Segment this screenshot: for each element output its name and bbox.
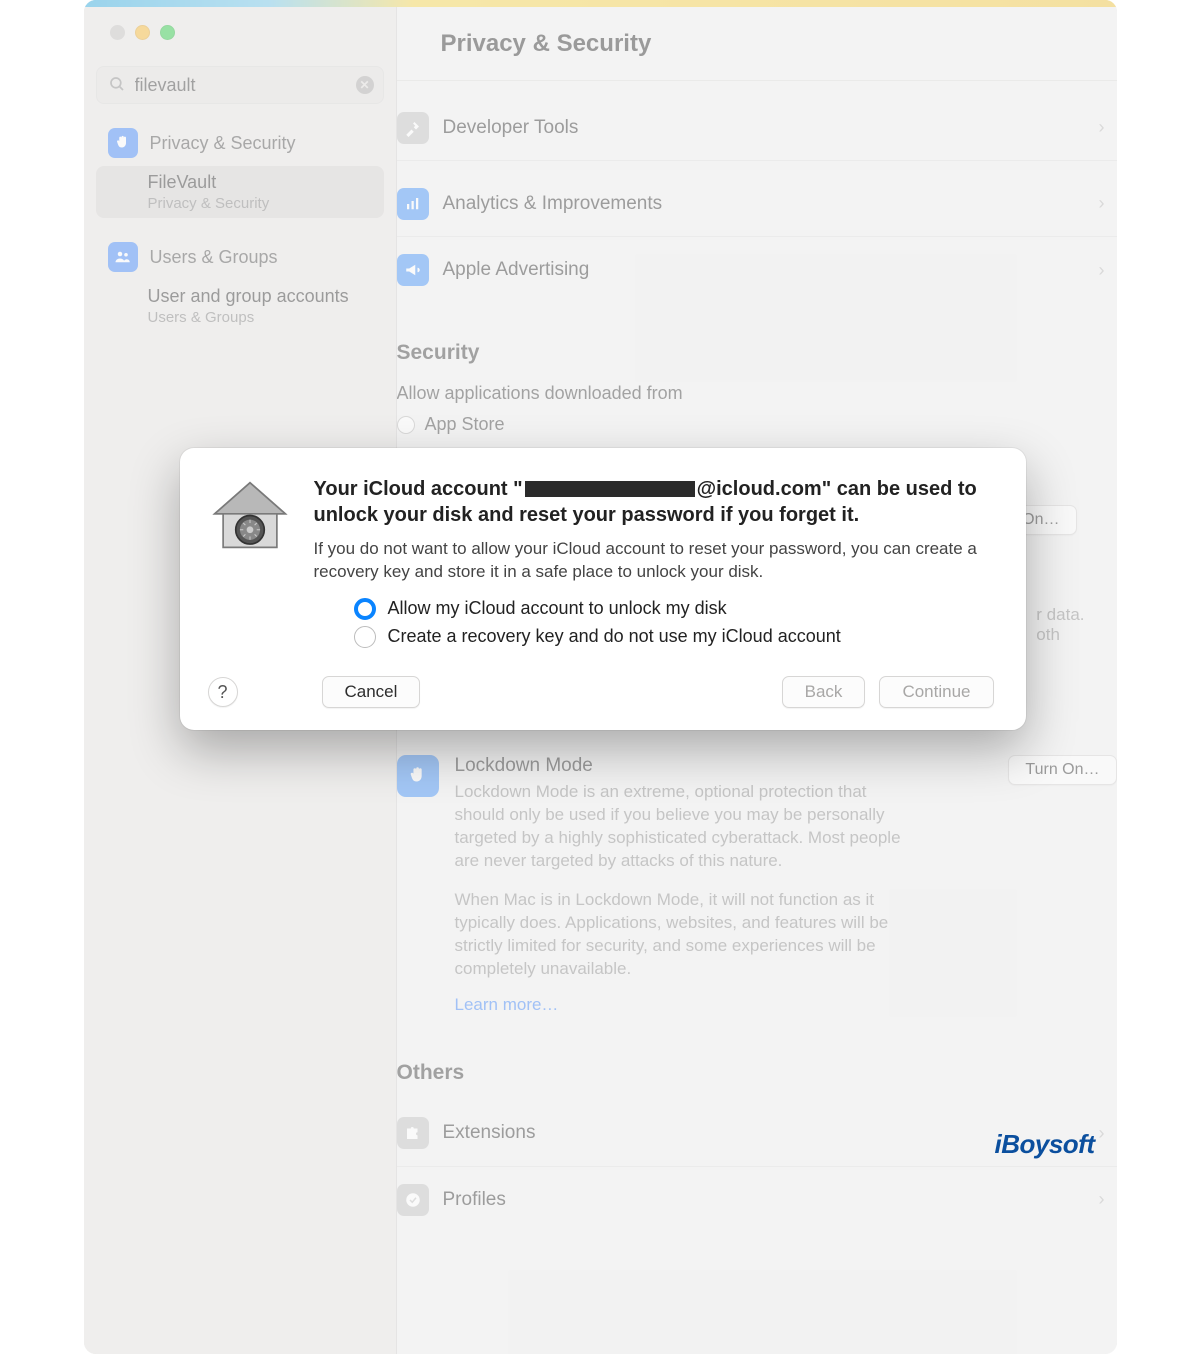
row-developer-tools[interactable]: Developer Tools › — [397, 95, 1117, 161]
row-advertising[interactable]: Apple Advertising › — [397, 237, 1117, 303]
radio-app-store[interactable]: App Store — [397, 414, 1117, 435]
puzzle-icon — [397, 1117, 429, 1149]
search-field-wrap: ✕ — [96, 66, 384, 104]
sidebar-sub-subtitle: Users & Groups — [148, 309, 372, 326]
sidebar-item-privacy-security[interactable]: Privacy & Security — [96, 122, 384, 164]
checkmark-badge-icon — [397, 1184, 429, 1216]
radio-icon — [397, 416, 415, 434]
search-icon — [108, 75, 126, 93]
hammer-icon — [397, 112, 429, 144]
lockdown-desc-1: Lockdown Mode is an extreme, optional pr… — [455, 781, 915, 873]
row-label: Profiles — [443, 1189, 1099, 1211]
allow-apps-label: Allow applications downloaded from — [397, 383, 1117, 404]
radio-selected-icon — [354, 598, 376, 620]
dialog-subtext: If you do not want to allow your iCloud … — [314, 538, 994, 584]
help-button[interactable]: ? — [208, 677, 238, 707]
lockdown-learn-more-link[interactable]: Learn more… — [455, 995, 559, 1015]
minimize-window-button[interactable] — [135, 25, 150, 40]
sidebar-item-label: Privacy & Security — [150, 133, 296, 154]
radio-unselected-icon — [354, 626, 376, 648]
radio-label: App Store — [425, 414, 505, 435]
radio-label: Create a recovery key and do not use my … — [388, 626, 841, 647]
hand-icon — [397, 755, 439, 797]
close-window-button[interactable] — [110, 25, 125, 40]
row-label: Developer Tools — [443, 117, 1099, 139]
lockdown-desc-2: When Mac is in Lockdown Mode, it will no… — [455, 889, 915, 981]
redacted-email — [525, 481, 695, 497]
row-label: Apple Advertising — [443, 259, 1099, 281]
search-input[interactable] — [96, 66, 384, 104]
radio-allow-icloud[interactable]: Allow my iCloud account to unlock my dis… — [354, 598, 994, 620]
row-analytics[interactable]: Analytics & Improvements › — [397, 171, 1117, 237]
sidebar-sub-users[interactable]: User and group accounts Users & Groups — [96, 280, 384, 332]
chevron-right-icon: › — [1099, 193, 1105, 214]
radio-recovery-key[interactable]: Create a recovery key and do not use my … — [354, 626, 994, 648]
dialog-heading: Your iCloud account "@icloud.com" can be… — [314, 476, 994, 528]
bg-text-fragment: r data. oth — [1036, 605, 1084, 645]
row-profiles[interactable]: Profiles › — [397, 1167, 1117, 1233]
chevron-right-icon: › — [1099, 117, 1105, 138]
security-heading: Security — [397, 341, 1117, 365]
lockdown-turn-on-button[interactable]: Turn On… — [1008, 755, 1116, 785]
row-label: Analytics & Improvements — [443, 193, 1099, 215]
filevault-recovery-dialog: Your iCloud account "@icloud.com" can be… — [180, 448, 1026, 730]
clear-search-icon[interactable]: ✕ — [356, 76, 374, 94]
radio-label: Allow my iCloud account to unlock my dis… — [388, 598, 727, 619]
chart-icon — [397, 188, 429, 220]
others-heading: Others — [397, 1061, 1117, 1085]
filevault-house-icon — [208, 476, 292, 560]
continue-button[interactable]: Continue — [879, 676, 993, 708]
back-button[interactable]: Back — [782, 676, 866, 708]
sidebar-item-label: Users & Groups — [150, 247, 278, 268]
zoom-window-button[interactable] — [160, 25, 175, 40]
sidebar-sub-title: User and group accounts — [148, 286, 372, 307]
sidebar-item-users-groups[interactable]: Users & Groups — [96, 236, 384, 278]
hand-icon — [108, 128, 138, 158]
chevron-right-icon: › — [1099, 1123, 1105, 1144]
sidebar-sub-subtitle: Privacy & Security — [148, 195, 372, 212]
page-title: Privacy & Security — [397, 7, 1117, 81]
people-icon — [108, 242, 138, 272]
cancel-button[interactable]: Cancel — [322, 676, 421, 708]
sidebar-sub-filevault[interactable]: FileVault Privacy & Security — [96, 166, 384, 218]
chevron-right-icon: › — [1099, 260, 1105, 281]
megaphone-icon — [397, 254, 429, 286]
chevron-right-icon: › — [1099, 1189, 1105, 1210]
watermark-logo: iBoysoft — [995, 1129, 1095, 1160]
window-controls — [84, 25, 396, 40]
window-frame-accent — [84, 0, 1117, 7]
system-settings-window: ✕ Privacy & Security FileVault Privacy &… — [84, 0, 1117, 1354]
sidebar-sub-title: FileVault — [148, 172, 372, 193]
lockdown-title: Lockdown Mode — [455, 755, 983, 777]
